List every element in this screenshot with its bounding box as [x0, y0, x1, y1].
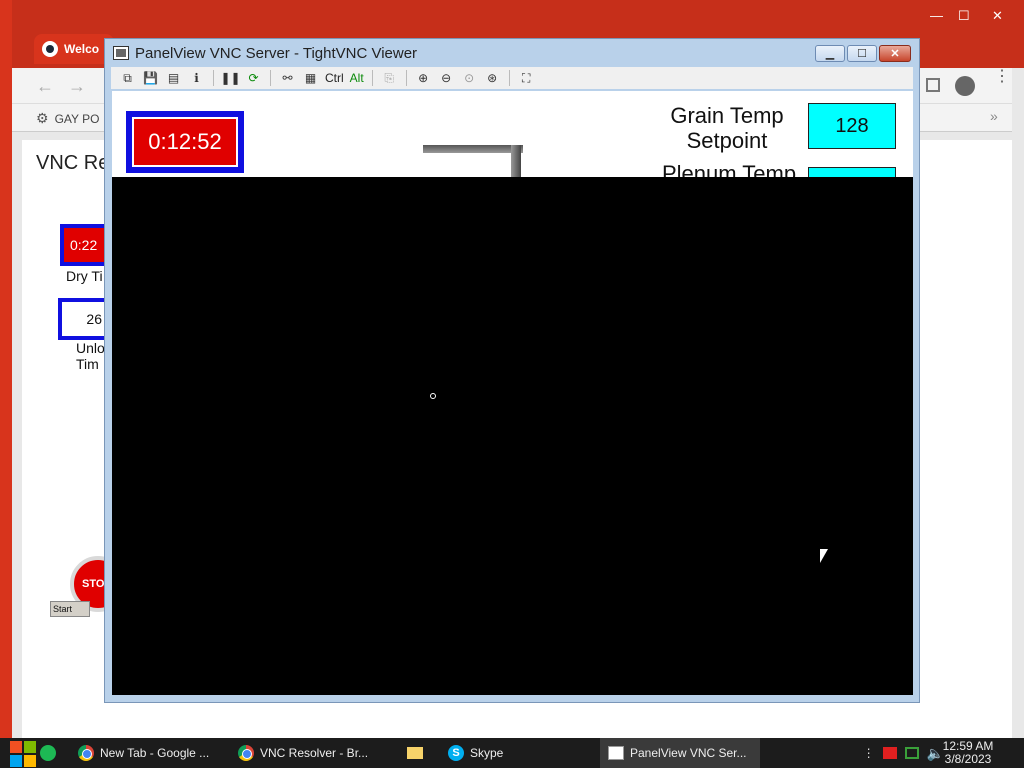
vnc-toolbar: ⧉ 💾 ▤ ℹ ❚❚ ⟳ ⚯ ▦ Ctrl Alt ⎘ ⊕ ⊖ ⊙ ⊛ ⛶ [111, 67, 913, 89]
folder-icon [407, 747, 423, 759]
taskbar-app-label: New Tab - Google ... [100, 746, 210, 760]
unrendered-region [112, 177, 913, 695]
browser-menu-icon[interactable]: ⋮ [994, 69, 1010, 85]
fullscreen-icon[interactable]: ⛶ [518, 70, 535, 87]
toolbar-separator [508, 70, 510, 86]
zoom-auto-icon[interactable]: ⊛ [484, 70, 501, 87]
vnc-icon [608, 746, 624, 760]
steam-icon [42, 41, 58, 57]
clock-date: 3/8/2023 [944, 752, 992, 766]
system-tray: ⋮ 🔈 [863, 738, 944, 768]
back-arrow-icon[interactable]: ← [36, 76, 54, 97]
remote-dot-cursor-icon [430, 393, 436, 399]
maximize-button[interactable]: ☐ [847, 45, 877, 62]
info-icon[interactable]: ℹ [188, 70, 205, 87]
browser-tab-title: Welco [64, 42, 100, 56]
flag-icon[interactable] [882, 747, 897, 759]
windows-start-icon[interactable] [0, 738, 36, 768]
skype-icon: S [448, 745, 464, 761]
hmi-timer-value: 0:12:52 [132, 117, 238, 167]
taskbar-app-panelview-vnc[interactable]: PanelView VNC Ser... [600, 738, 760, 768]
zoom-out-icon[interactable]: ⊖ [438, 70, 455, 87]
minimize-button[interactable]: ▁ [815, 45, 845, 62]
dry-timer-value: 0:22 [64, 228, 106, 262]
remote-screen[interactable]: 0:12:52 Grain Temp Setpoint 128 Plenum T… [112, 91, 913, 695]
taskbar-app-skype[interactable]: S Skype [440, 738, 600, 768]
network-icon[interactable] [904, 747, 919, 759]
alt-toggle[interactable]: Alt [350, 71, 364, 85]
ctrl-toggle[interactable]: Ctrl [325, 71, 344, 85]
pause-icon[interactable]: ❚❚ [220, 70, 240, 87]
start-button[interactable]: Start [50, 601, 90, 617]
zoom-100-icon[interactable]: ⊙ [461, 70, 478, 87]
vnc-window-title: PanelView VNC Server - TightVNC Viewer [135, 44, 418, 62]
vnc-titlebar[interactable]: PanelView VNC Server - TightVNC Viewer ▁… [105, 39, 919, 67]
forward-arrow-icon[interactable]: → [68, 76, 86, 97]
toolbar-separator [371, 70, 373, 86]
gear-icon: ⚙ [36, 110, 49, 126]
refresh-icon[interactable]: ⟳ [245, 70, 262, 87]
chrome-icon [238, 745, 254, 761]
grain-temp-label-line2: Setpoint [686, 128, 768, 153]
unload-label-line1: Unlo [76, 340, 105, 356]
spotify-icon [40, 745, 56, 761]
browser-close-icon[interactable]: ✕ [992, 8, 1003, 24]
bookmarks-overflow-icon[interactable]: » [990, 108, 998, 124]
grain-temp-label-line1: Grain Temp [670, 103, 784, 128]
zoom-in-icon[interactable]: ⊕ [415, 70, 432, 87]
save-icon[interactable]: 💾 [142, 70, 159, 87]
taskbar-app-label: Skype [470, 746, 504, 760]
taskbar-app-new-tab[interactable]: New Tab - Google ... [70, 738, 230, 768]
browser-tab-steam[interactable]: Welco [34, 34, 114, 64]
side-panel-icon[interactable] [926, 78, 940, 92]
unload-label-line2: Tim [76, 356, 99, 372]
tray-overflow-icon[interactable]: ⋮ [863, 746, 875, 760]
ctrl-alt-del-icon[interactable]: ⚯ [279, 70, 296, 87]
unload-timer-display[interactable]: 26 [58, 298, 110, 340]
toolbar-separator [405, 70, 407, 86]
bookmark-label: GAY PO [54, 111, 100, 126]
browser-maximize-icon[interactable]: ☐ [958, 8, 970, 24]
profile-avatar-icon[interactable] [955, 76, 975, 96]
taskbar: New Tab - Google ... VNC Resolver - Br..… [0, 738, 1024, 768]
page-heading: VNC Re [36, 152, 110, 174]
toolbar-separator [270, 70, 271, 86]
vnc-app-icon [113, 46, 129, 60]
new-connection-icon[interactable]: ⧉ [119, 70, 136, 87]
unload-timer-value: 26 [62, 302, 106, 336]
chrome-icon [78, 745, 94, 761]
clipboard-icon[interactable]: ⎘ [381, 70, 398, 87]
options-icon[interactable]: ▤ [165, 70, 182, 87]
taskbar-app-vnc-resolver[interactable]: VNC Resolver - Br... [230, 738, 390, 768]
taskbar-app-label: VNC Resolver - Br... [260, 746, 369, 760]
unload-timer-label: Unlo Tim [76, 340, 105, 372]
hmi-timer-display: 0:12:52 [126, 111, 244, 173]
pipe-graphic [511, 145, 521, 177]
mouse-pointer-icon [820, 549, 828, 563]
taskbar-spotify[interactable] [32, 738, 70, 768]
toolbar-separator [213, 70, 214, 86]
close-button[interactable]: ✕ [879, 45, 911, 62]
taskbar-clock[interactable]: 12:59 AM 3/8/2023 [938, 740, 998, 766]
win-key-icon[interactable]: ▦ [302, 70, 319, 87]
taskbar-app-label: PanelView VNC Ser... [630, 746, 747, 760]
vnc-viewer-window: PanelView VNC Server - TightVNC Viewer ▁… [104, 38, 920, 703]
dry-timer-display: 0:22 [60, 224, 110, 266]
grain-temp-setpoint-field[interactable]: 128 [808, 103, 896, 149]
dry-timer-label: Dry Ti [66, 268, 103, 284]
grain-temp-label: Grain Temp Setpoint [652, 103, 802, 153]
pipe-graphic [423, 145, 523, 153]
bookmark-item[interactable]: ⚙ GAY PO [36, 110, 99, 127]
browser-minimize-icon[interactable]: — [930, 8, 943, 23]
taskbar-app-file-explorer[interactable] [390, 738, 440, 768]
